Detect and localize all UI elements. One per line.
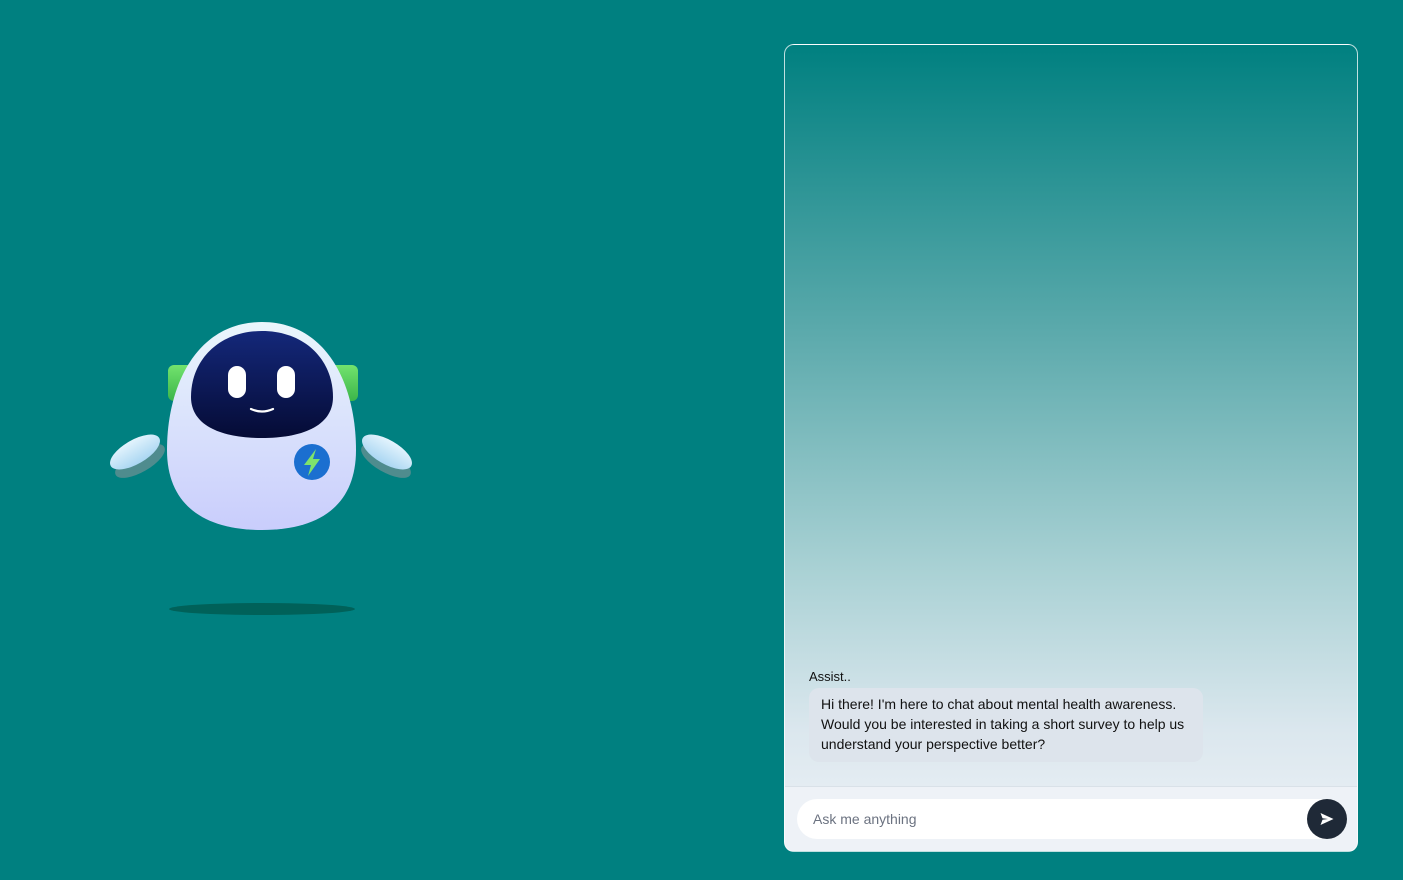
chat-input-bar xyxy=(785,786,1357,851)
robot-left-eye xyxy=(228,366,246,398)
lightning-bolt-icon xyxy=(294,444,330,480)
send-icon xyxy=(1320,813,1334,825)
robot-right-eye xyxy=(277,366,295,398)
robot-mascot xyxy=(105,315,420,625)
message-sender-name: Assist.. xyxy=(809,669,851,684)
message-bubble: Hi there! I'm here to chat about mental … xyxy=(809,688,1203,762)
page: Assist.. Hi there! I'm here to chat abou… xyxy=(0,0,1403,880)
chat-input[interactable] xyxy=(813,799,1293,839)
send-button[interactable] xyxy=(1307,799,1347,839)
assistant-message: Assist.. Hi there! I'm here to chat abou… xyxy=(809,669,1203,762)
robot-shadow xyxy=(169,603,355,615)
chat-messages: Assist.. Hi there! I'm here to chat abou… xyxy=(785,45,1357,787)
chat-panel: Assist.. Hi there! I'm here to chat abou… xyxy=(784,44,1358,852)
chat-input-wrapper xyxy=(797,799,1347,839)
